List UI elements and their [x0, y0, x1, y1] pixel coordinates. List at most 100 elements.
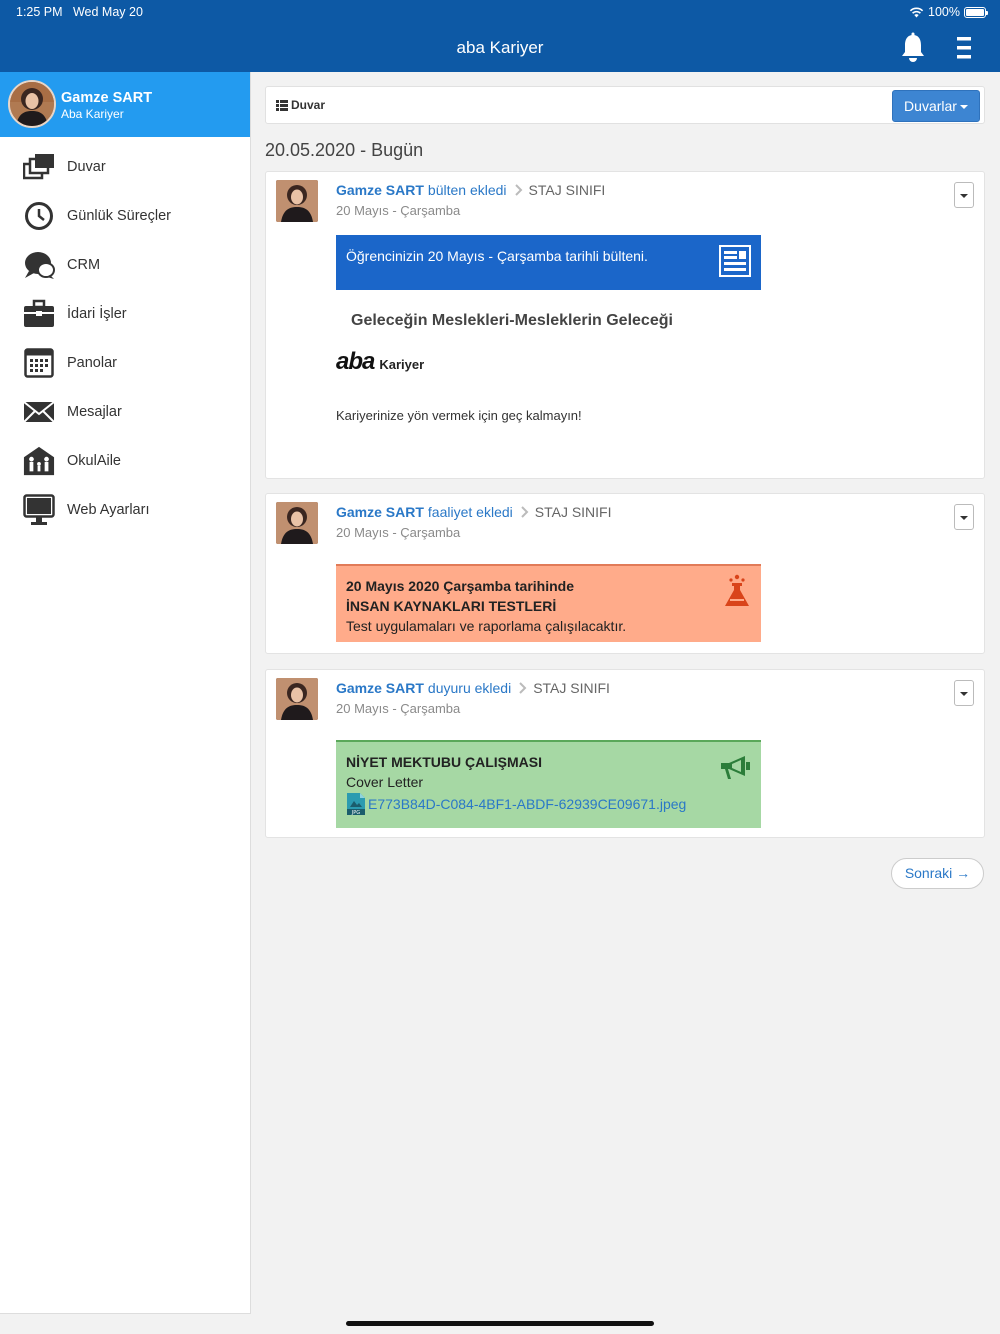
activity-banner[interactable]: 20 Mayıs 2020 Çarşamba tarihinde İNSAN K… [336, 564, 761, 642]
wall-stack-icon [23, 152, 55, 182]
avatar [8, 80, 56, 128]
duvarlar-dropdown-button[interactable]: Duvarlar [892, 90, 980, 122]
post-author-link[interactable]: Gamze SART [336, 182, 424, 198]
attachment-filename: E773B84D-C084-4BF1-ABDF-62939CE09671.jpe… [368, 796, 687, 812]
caret-down-icon [960, 692, 968, 696]
bell-icon[interactable] [898, 32, 928, 64]
bulletin-banner-text: Öğrencinizin 20 Mayıs - Çarşamba tarihli… [346, 248, 648, 264]
breadcrumb-label: Duvar [291, 98, 326, 112]
post-author-link[interactable]: Gamze SART [336, 680, 424, 696]
sidebar-item-panolar[interactable]: Panolar [0, 338, 250, 387]
caret-down-icon [960, 194, 968, 198]
sidebar-item-web-ayarlari[interactable]: Web Ayarları [0, 485, 250, 534]
attachment-link[interactable]: JPG E773B84D-C084-4BF1-ABDF-62939CE09671… [346, 792, 686, 816]
activity-line-3: Test uygulamaları ve raporlama çalışılac… [346, 618, 627, 634]
feed-post-announcement: Gamze SART duyuru ekledi STAJ SINIFI 20 … [265, 669, 985, 838]
megaphone-icon [721, 756, 750, 779]
chevron-right-icon [514, 184, 522, 196]
monitor-icon [23, 493, 55, 525]
post-class: STAJ SINIFI [528, 182, 606, 198]
toolbar: Duvar Duvarlar [265, 86, 985, 124]
sidebar-item-label: Günlük Süreçler [67, 207, 171, 224]
sidebar-item-crm[interactable]: CRM [0, 240, 250, 289]
post-date: 20 Mayıs - Çarşamba [336, 203, 461, 218]
avatar [276, 502, 318, 544]
battery-percent: 100% [928, 5, 960, 19]
wifi-icon [909, 7, 924, 17]
aba-kariyer-logo: aba Kariyer [336, 348, 424, 376]
logo-main: aba [336, 348, 375, 375]
announcement-banner[interactable]: NİYET MEKTUBU ÇALIŞMASI Cover Letter JPG… [336, 740, 761, 828]
post-header: Gamze SART duyuru ekledi STAJ SINIFI [336, 680, 610, 696]
sidebar-item-label: Duvar [67, 158, 106, 175]
chevron-right-icon [519, 682, 527, 694]
flask-icon [725, 574, 749, 606]
hamburger-menu-icon[interactable] [950, 34, 978, 62]
activity-line-1: 20 Mayıs 2020 Çarşamba tarihinde [346, 578, 575, 594]
avatar [276, 180, 318, 222]
jpg-file-icon: JPG [347, 793, 365, 816]
post-date: 20 Mayıs - Çarşamba [336, 525, 461, 540]
profile-card[interactable]: Gamze SART Aba Kariyer [0, 72, 250, 137]
post-class: STAJ SINIFI [533, 680, 610, 696]
caret-down-icon [959, 105, 968, 110]
clock-icon [23, 201, 55, 231]
sidebar-item-label: İdari İşler [67, 305, 127, 322]
post-date: 20 Mayıs - Çarşamba [336, 701, 461, 716]
feed-date-header: 20.05.2020 - Bugün [265, 140, 424, 160]
sidebar-item-label: OkulAile [67, 452, 121, 469]
sidebar-menu: Duvar Günlük Süreçler CRM İdari İşler Pa… [0, 137, 250, 534]
sidebar-item-mesajlar[interactable]: Mesajlar [0, 387, 250, 436]
post-action: faaliyet ekledi [427, 504, 513, 520]
bulletin-body: Kariyerinize yön vermek için geç kalmayı… [336, 408, 582, 423]
avatar [276, 678, 318, 720]
status-indicators: 100% [909, 5, 988, 19]
sidebar-item-label: Web Ayarları [67, 501, 150, 518]
announcement-subtitle: Cover Letter [346, 774, 424, 790]
app-title: aba Kariyer [456, 38, 544, 57]
post-action: bülten ekledi [427, 182, 507, 198]
calendar-board-icon [23, 347, 55, 378]
post-header: Gamze SART faaliyet ekledi STAJ SINIFI [336, 504, 612, 520]
briefcase-icon [23, 299, 55, 329]
sidebar-item-okulaile[interactable]: OkulAile [0, 436, 250, 485]
status-time: 1:25 PM Wed May 20 [16, 5, 143, 19]
post-options-dropdown[interactable] [954, 504, 974, 530]
sidebar-item-duvar[interactable]: Duvar [0, 142, 250, 191]
home-indicator[interactable] [346, 1321, 654, 1326]
dropdown-label: Duvarlar [904, 98, 957, 114]
feed-post-bulletin: Gamze SART bülten ekledi STAJ SINIFI 20 … [265, 171, 985, 479]
profile-org: Aba Kariyer [61, 107, 124, 121]
chevron-right-icon [521, 506, 529, 518]
status-time-text: 1:25 PM [16, 5, 63, 19]
post-author-link[interactable]: Gamze SART [336, 504, 424, 520]
sidebar-item-label: CRM [67, 256, 101, 273]
post-options-dropdown[interactable] [954, 680, 974, 706]
sidebar-item-idari-isler[interactable]: İdari İşler [0, 289, 250, 338]
newspaper-icon [719, 245, 751, 277]
sidebar-item-gunluk-surecler[interactable]: Günlük Süreçler [0, 191, 250, 240]
post-action: duyuru ekledi [427, 680, 512, 696]
next-page-button[interactable]: Sonraki → [891, 858, 984, 889]
list-icon [276, 99, 288, 111]
logo-sub: Kariyer [379, 357, 425, 372]
battery-icon [964, 6, 988, 18]
envelope-icon [23, 397, 55, 427]
bulletin-banner[interactable]: Öğrencinizin 20 Mayıs - Çarşamba tarihli… [336, 235, 761, 290]
post-class: STAJ SINIFI [534, 504, 612, 520]
activity-line-2: İNSAN KAYNAKLARI TESTLERİ [346, 598, 557, 614]
announcement-title: NİYET MEKTUBU ÇALIŞMASI [346, 754, 542, 770]
sidebar-item-label: Panolar [67, 354, 117, 371]
sidebar-item-label: Mesajlar [67, 403, 122, 420]
breadcrumb: Duvar [276, 98, 325, 112]
status-date-text: Wed May 20 [72, 5, 143, 19]
bulletin-title: Geleceğin Meslekleri-Mesleklerin Geleceğ… [351, 312, 673, 329]
profile-name: Gamze SART [61, 90, 153, 106]
family-icon [23, 446, 55, 476]
app-header: 1:25 PM Wed May 20 100% aba Kariyer [0, 0, 1000, 72]
post-options-dropdown[interactable] [954, 182, 974, 208]
chat-bubbles-icon [23, 250, 55, 280]
feed-post-activity: Gamze SART faaliyet ekledi STAJ SINIFI 2… [265, 493, 985, 654]
post-header: Gamze SART bülten ekledi STAJ SINIFI [336, 182, 605, 198]
svg-text:JPG: JPG [351, 810, 360, 816]
